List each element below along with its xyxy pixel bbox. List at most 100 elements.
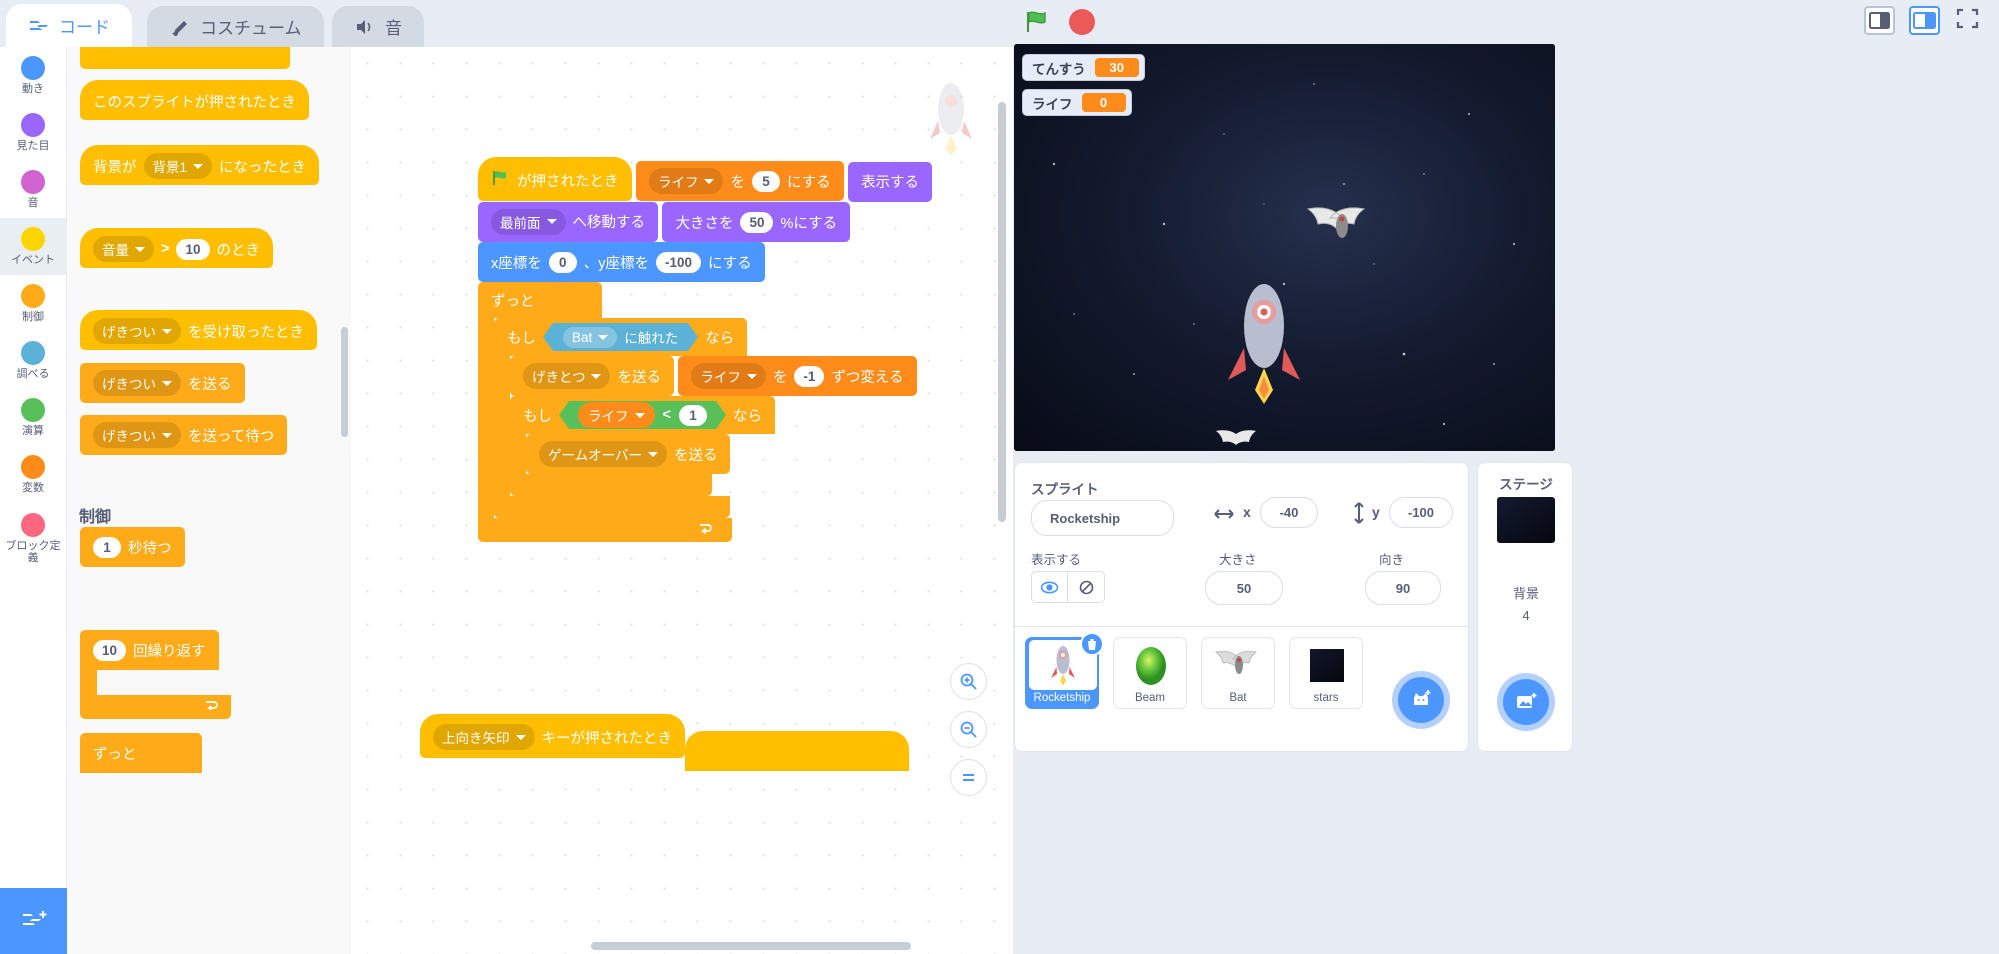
goto-y-input[interactable]: -100 [656,251,702,273]
block-go-to-xy[interactable]: x座標を 0 、y座標を -100 にする [478,242,765,282]
change-variable-amount-input[interactable]: -1 [794,365,825,387]
life-variable-reporter[interactable]: ライフ [578,402,655,428]
monitor-score[interactable]: てんすう 30 [1022,54,1145,81]
stage-area[interactable]: てんすう 30 ライフ 0 [1014,44,1555,451]
monitor-life[interactable]: ライフ 0 [1022,89,1132,116]
small-stage-button[interactable] [1864,6,1895,35]
broadcast-gameover-dropdown[interactable]: ゲームオーバー [539,441,667,467]
wait-seconds-input[interactable]: 1 [93,536,121,558]
set-size-input[interactable]: 50 [740,211,774,233]
green-flag-button[interactable] [1023,8,1051,36]
sprite-item-beam[interactable]: Beam [1113,637,1187,709]
less-than-operator[interactable]: ライフ < 1 [569,401,716,429]
block-palette[interactable]: このスプライトが押されたとき 背景が 背景1 になったとき 音量 > 10 のと… [67,47,351,954]
repeat-count-input[interactable]: 10 [93,639,127,661]
add-sprite-button[interactable] [1392,671,1450,729]
goto-x-input[interactable]: 0 [548,251,577,273]
sprite-item-stars[interactable]: stars [1289,637,1363,709]
tab-costumes[interactable]: コスチューム [147,6,324,47]
category-control[interactable]: 制御 [0,275,66,332]
category-looks[interactable]: 見た目 [0,104,66,161]
palette-block-loudness-greater[interactable]: 音量 > 10 のとき [80,228,273,268]
delete-sprite-button[interactable] [1080,632,1104,656]
touching-target-dropdown[interactable]: Bat [563,326,618,348]
add-sprite-fab[interactable] [1398,677,1444,723]
category-sensing[interactable]: 調べる [0,332,66,389]
add-backdrop-fab[interactable] [1503,679,1549,725]
canvas-horizontal-scrollbar[interactable] [591,942,911,950]
key-dropdown[interactable]: 上向き矢印 [433,724,535,750]
palette-block-broadcast-wait[interactable]: げきつい を送って待つ [80,415,288,455]
broadcast-message-dropdown[interactable]: げきつい [93,370,181,396]
backdrop-dropdown[interactable]: 背景1 [143,153,213,179]
block-when-flag-clicked[interactable]: が押されたとき [478,157,632,201]
category-myblocks[interactable]: ブロック定義 [0,503,66,573]
category-motion[interactable]: 動き [0,47,66,104]
broadcast-wait-dropdown[interactable]: げきつい [93,422,181,448]
block-go-to-layer[interactable]: 最前面 へ移動する [478,201,658,242]
change-variable-dropdown[interactable]: ライフ [691,363,766,389]
block-show[interactable]: 表示する [848,161,933,202]
zoom-reset-button[interactable] [950,759,987,796]
receive-message-dropdown[interactable]: げきつい [93,318,181,344]
loudness-threshold-input[interactable]: 10 [176,238,210,260]
sprite-name-input[interactable]: Rocketship [1031,500,1174,536]
fullscreen-button[interactable] [1954,6,1985,35]
sprite-direction-input[interactable]: 90 [1365,571,1441,605]
block-set-size[interactable]: 大きさを 50 %にする [662,202,851,242]
loudness-dropdown[interactable]: 音量 [93,236,154,262]
set-variable-value-input[interactable]: 5 [751,170,780,192]
block-if-touching[interactable]: もし Bat に触れた なら げきとつ を送る ライフ を -1 ずつ変える も… [494,318,917,518]
sprite-size-input[interactable]: 50 [1205,571,1283,605]
category-events[interactable]: イベント [0,218,66,275]
palette-block-partial[interactable] [80,47,290,74]
canvas-vertical-scrollbar[interactable] [998,102,1006,522]
palette-block-broadcast[interactable]: げきつい を送る [80,363,245,403]
add-extension-button[interactable] [0,888,67,954]
block-broadcast-collision[interactable]: げきとつ を送る [510,356,674,396]
category-sound[interactable]: 音 [0,161,66,218]
block-if-life-less[interactable]: もし ライフ < 1 なら ゲームオーバー を送る [510,396,917,496]
palette-block-repeat[interactable]: 10 回繰り返す [80,630,231,719]
sprite-x-input[interactable]: -40 [1260,497,1318,528]
palette-block-wait-seconds[interactable]: 1 秒待つ [80,527,185,567]
block-change-variable[interactable]: ライフ を -1 ずつ変える [678,356,917,396]
block-forever[interactable]: ずっと もし Bat に触れた なら げきとつ を送る ライフ を -1 ずつ変… [478,282,1013,542]
operators-dot-icon [21,398,45,422]
block-when-key-pressed[interactable]: 上向き矢印 キーが押されたとき [420,714,685,758]
palette-scrollbar[interactable] [341,327,348,437]
palette-block-forever[interactable]: ずっと [80,733,202,773]
code-canvas[interactable]: が押されたとき ライフ を 5 にする 表示する 最前面 へ移動する 大きさを [351,47,1013,954]
block-set-variable[interactable]: ライフ を 5 にする [635,161,844,201]
less-than-value-input[interactable]: 1 [678,404,707,426]
stage-sprite-bat[interactable] [1300,204,1384,252]
show-sprite-button[interactable] [1031,571,1068,603]
block-broadcast-gameover[interactable]: ゲームオーバー を送る [526,434,731,474]
category-operators[interactable]: 演算 [0,389,66,446]
block-partial-right[interactable] [685,731,909,771]
layer-dropdown[interactable]: 最前面 [491,208,566,235]
large-stage-button[interactable] [1909,6,1940,35]
broadcast-collision-dropdown[interactable]: げきとつ [523,363,611,389]
zoom-in-button[interactable] [950,663,987,700]
sprite-y-input[interactable]: -100 [1389,497,1453,528]
stage-selector-pane[interactable]: ステージ 背景 4 [1477,462,1573,752]
tab-code[interactable]: コード [6,4,132,47]
zoom-out-button[interactable] [950,711,987,748]
script-stack[interactable]: が押されたとき ライフ を 5 にする 表示する 最前面 へ移動する 大きさを [478,157,1013,542]
sprite-item-bat[interactable]: Bat [1201,637,1275,709]
tab-sounds[interactable]: 音 [332,6,424,47]
add-backdrop-button[interactable] [1497,673,1555,731]
set-variable-dropdown[interactable]: ライフ [648,168,724,194]
touching-condition[interactable]: Bat に触れた [553,323,689,351]
stop-button[interactable] [1069,9,1095,35]
sprite-item-rocketship[interactable]: Rocketship [1025,632,1104,709]
visibility-toggle[interactable] [1031,571,1105,603]
stage-sprite-rocketship[interactable] [1222,276,1306,406]
category-variables[interactable]: 変数 [0,446,66,503]
palette-block-when-receive[interactable]: げきつい を受け取ったとき [80,310,317,350]
stage-pane-thumbnail[interactable] [1497,497,1555,543]
palette-block-backdrop-switch[interactable]: 背景が 背景1 になったとき [80,145,320,185]
hide-sprite-button[interactable] [1068,571,1105,603]
palette-block-sprite-clicked[interactable]: このスプライトが押されたとき [80,80,309,120]
